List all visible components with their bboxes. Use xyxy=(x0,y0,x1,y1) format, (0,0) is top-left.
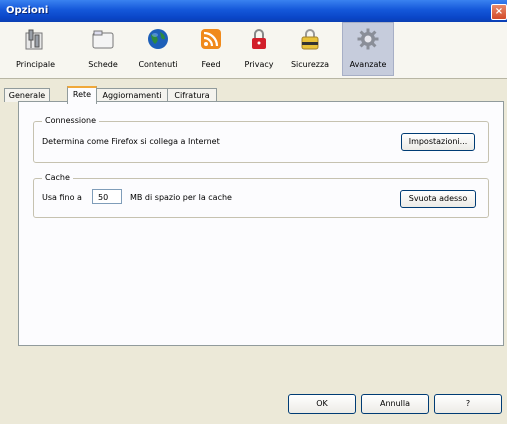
cache-suffix-label: MB di spazio per la cache xyxy=(130,193,232,202)
tab-label: Aggiornamenti xyxy=(102,91,162,100)
toolbar-item-schede[interactable]: Schede xyxy=(85,23,121,75)
security-shield-icon xyxy=(301,29,319,50)
toolbar-label: Sicurezza xyxy=(290,60,330,69)
toolbar-item-feed[interactable]: Feed xyxy=(196,23,226,75)
toolbar-label: Principale xyxy=(16,60,56,69)
toolbar-item-sicurezza[interactable]: Sicurezza xyxy=(288,23,332,75)
close-icon: × xyxy=(494,6,504,17)
button-label: Impostazioni... xyxy=(408,137,468,146)
toolbar-label: Contenuti xyxy=(138,60,178,69)
toolbar-label: Privacy xyxy=(244,60,274,69)
title-bar: Opzioni × xyxy=(0,0,507,22)
tab-label: Cifratura xyxy=(174,91,210,100)
button-label: Svuota adesso xyxy=(408,194,468,203)
toolbar-item-avanzate[interactable]: Avanzate xyxy=(342,22,394,76)
connessione-title: Connessione xyxy=(42,116,99,125)
toolbar-label: Feed xyxy=(201,60,221,69)
tab-label: Rete xyxy=(72,90,92,99)
cache-prefix-label: Usa fino a xyxy=(42,193,82,202)
tab-rete[interactable]: Rete xyxy=(67,86,97,104)
help-button[interactable]: ? xyxy=(434,394,502,414)
cache-size-value: 50 xyxy=(98,193,109,202)
close-button[interactable]: × xyxy=(491,4,507,20)
globe-icon xyxy=(148,29,168,49)
connessione-group: Connessione Determina come Firefox si co… xyxy=(33,116,489,163)
rss-feed-icon xyxy=(201,29,221,49)
toolbar-label: Avanzate xyxy=(349,60,387,69)
svuota-adesso-button[interactable]: Svuota adesso xyxy=(400,190,476,208)
gear-icon xyxy=(357,28,379,50)
cache-group: Cache Usa fino a 50 MB di spazio per la … xyxy=(33,173,489,218)
impostazioni-button[interactable]: Impostazioni... xyxy=(401,133,475,151)
cache-size-input[interactable]: 50 xyxy=(92,189,122,204)
tab-label: Generale xyxy=(8,91,46,100)
annulla-button[interactable]: Annulla xyxy=(361,394,429,414)
toolbar-item-privacy[interactable]: Privacy xyxy=(241,23,277,75)
ok-button[interactable]: OK xyxy=(288,394,356,414)
button-label: OK xyxy=(316,399,328,408)
window-title: Opzioni xyxy=(6,5,49,16)
toolbar-item-principale[interactable]: Principale xyxy=(16,23,56,75)
button-label: Annulla xyxy=(379,399,411,408)
cache-title: Cache xyxy=(42,173,73,182)
main-settings-icon xyxy=(25,29,43,50)
preferences-toolbar: Principale Schede Contenuti Feed Privacy… xyxy=(0,22,507,79)
toolbar-item-contenuti[interactable]: Contenuti xyxy=(135,23,181,75)
button-label: ? xyxy=(465,399,471,408)
tabs-icon xyxy=(92,30,114,49)
rete-panel: Connessione Determina come Firefox si co… xyxy=(18,101,504,346)
tab-generale[interactable]: Generale xyxy=(4,88,50,102)
tab-cifratura[interactable]: Cifratura xyxy=(167,88,217,102)
connessione-description: Determina come Firefox si collega a Inte… xyxy=(42,137,220,146)
tab-aggiornamenti[interactable]: Aggiornamenti xyxy=(96,88,168,102)
toolbar-label: Schede xyxy=(88,60,118,69)
lock-icon xyxy=(252,29,266,49)
